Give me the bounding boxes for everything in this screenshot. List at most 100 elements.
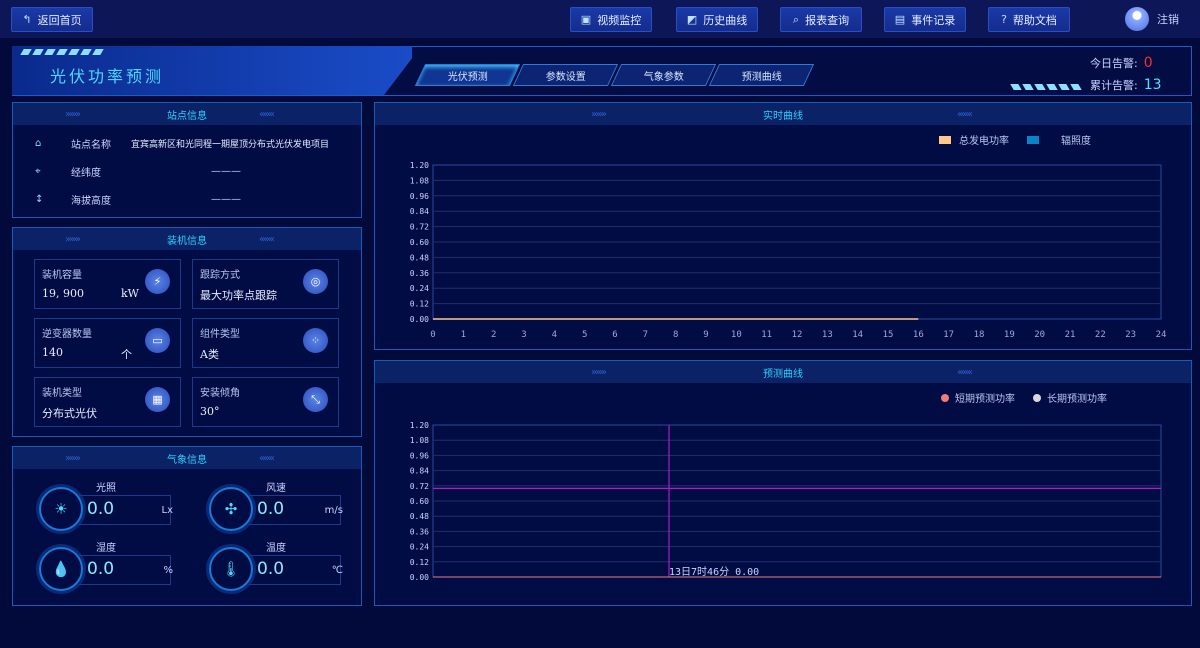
chart-icon: ◩	[686, 13, 698, 26]
user-menu[interactable]: 注销	[1125, 7, 1179, 31]
home-icon: ⌂	[35, 137, 42, 149]
panel-header: ››››››› 实时曲线 ‹‹‹‹‹‹‹	[375, 103, 1191, 125]
tab-label: 参数设置	[545, 71, 586, 83]
y-tick-label: 0.72	[410, 223, 429, 232]
y-tick-label: 0.24	[410, 543, 429, 552]
realtime-chart: 0.00 0.12 0.24 0.36 0.48 0.60 0.72 0.84 0.96 1.08…	[410, 134, 1167, 340]
y-tick-label: 0.24	[410, 284, 429, 293]
y-tick-label: 0.96	[410, 451, 429, 460]
coords-value: ———	[211, 165, 241, 177]
x-tick-label: 4	[552, 330, 557, 340]
y-tick-label: 0.12	[410, 300, 429, 309]
card-value-text: 30°	[200, 405, 220, 418]
x-tick-label: 8	[673, 330, 678, 340]
card-value-text: A类	[200, 348, 219, 361]
altitude-icon: ↕	[35, 193, 44, 205]
x-tick-label: 16	[913, 330, 924, 340]
x-tick-label: 17	[943, 330, 954, 340]
y-tick-label: 1.08	[410, 176, 429, 185]
x-tick-label: 14	[852, 330, 863, 340]
legend-label[interactable]: 长期预测功率	[1047, 392, 1107, 405]
weather-label: 光照	[96, 483, 116, 494]
card-value-text: 19, 900	[42, 287, 84, 300]
nav-button-2[interactable]: ⌕ 报表查询	[780, 7, 862, 32]
install-card: 安装倾角 30° ⤡	[192, 377, 339, 427]
total-alert-count: 13	[1143, 77, 1162, 93]
tab-label: 预测曲线	[741, 71, 782, 83]
nav-button-3[interactable]: ▤ 事件记录	[884, 7, 966, 32]
y-tick-label: 0.36	[410, 527, 429, 536]
today-alert-label: 今日告警:	[1090, 57, 1138, 70]
tooltip-text: 13日7时46分 0.00	[669, 566, 759, 578]
legend-marker[interactable]	[1027, 136, 1039, 144]
tab-2[interactable]: 气象参数	[610, 64, 717, 86]
video-icon: ▣	[580, 13, 592, 26]
battery-icon: ⚡	[145, 269, 170, 294]
page-title: 光伏功率预测	[50, 67, 165, 86]
nav-button-4[interactable]: ? 帮助文档	[988, 7, 1070, 32]
shapes-icon: ⁘	[303, 328, 328, 353]
x-tick-label: 9	[703, 330, 708, 340]
weather-unit: ℃	[331, 565, 343, 576]
legend-label[interactable]: 总发电功率	[959, 134, 1009, 147]
weather-unit: %	[163, 565, 173, 576]
weather-value: 0.0	[257, 499, 285, 519]
sun-icon: ☀	[39, 487, 83, 531]
x-tick-label: 12	[792, 330, 803, 340]
nav-button-0[interactable]: ▣ 视频监控	[570, 7, 652, 32]
back-arrow-icon: ↰	[22, 13, 32, 26]
tab-label: 气象参数	[643, 71, 684, 83]
weather-value: 0.0	[87, 559, 115, 579]
install-card: 逆变器数量 140 个 ▭	[34, 318, 181, 368]
card-value-text: 140	[42, 346, 63, 359]
nav-label: 视频监控	[597, 13, 642, 27]
stripes-decoration	[1010, 84, 1082, 90]
panel-title: 实时曲线	[763, 110, 803, 122]
install-card: 组件类型 A类 ⁘	[192, 318, 339, 368]
site-info-panel: ››››››› 站点信息 ‹‹‹‹‹‹‹ ⌂ 站点名称 宜宾高新区和光同程一期屋顶分布式…	[12, 102, 362, 218]
y-tick-label: 0.36	[410, 269, 429, 278]
y-tick-label: 0.84	[410, 467, 429, 476]
x-tick-label: 3	[521, 330, 526, 340]
x-tick-label: 6	[612, 330, 617, 340]
legend-marker[interactable]	[1033, 394, 1041, 402]
y-tick-label: 0.48	[410, 253, 429, 262]
legend-marker[interactable]	[939, 136, 951, 144]
legend-label[interactable]: 辐照度	[1061, 134, 1091, 147]
y-tick-label: 1.20	[410, 161, 429, 170]
x-tick-label: 0	[430, 330, 435, 340]
y-tick-label: 0.00	[410, 315, 429, 324]
weather-item: 🌡 温度 0.0 ℃	[209, 543, 349, 595]
legend-label[interactable]: 短期预测功率	[955, 392, 1015, 405]
back-home-button[interactable]: ↰ 返回首页	[11, 7, 93, 32]
tab-3[interactable]: 预测曲线	[708, 64, 815, 86]
nav-label: 历史曲线	[703, 13, 748, 27]
forecast-chart-panel: ››››››› 预测曲线 ‹‹‹‹‹‹‹ 0.00 0.12 0.24 0.36 0.48 0…	[374, 360, 1192, 606]
altitude-value: ———	[211, 193, 241, 205]
panel-title: 装机信息	[167, 235, 207, 247]
x-tick-label: 11	[761, 330, 772, 340]
nav-button-1[interactable]: ◩ 历史曲线	[676, 7, 758, 32]
grid-icon: ▦	[145, 387, 170, 412]
x-tick-label: 24	[1156, 330, 1167, 340]
tab-1[interactable]: 参数设置	[512, 64, 619, 86]
y-tick-label: 0.48	[410, 512, 429, 521]
y-tick-label: 0.72	[410, 482, 429, 491]
logout-link[interactable]: 注销	[1157, 11, 1179, 27]
x-tick-label: 1	[461, 330, 466, 340]
thermometer-icon: 🌡	[209, 547, 253, 591]
weather-item: 💧 湿度 0.0%	[39, 543, 179, 595]
avatar	[1125, 7, 1149, 31]
weather-item: ✣ 风速 0.0 m/s	[209, 483, 349, 535]
panel-title: 预测曲线	[763, 368, 803, 380]
y-tick-label: 0.60	[410, 497, 429, 506]
x-tick-label: 7	[643, 330, 648, 340]
site-name-label: 站点名称	[71, 139, 111, 151]
site-name-value: 宜宾高新区和光同程一期屋顶分布式光伏发电项目	[131, 139, 330, 150]
fan-icon: ✣	[209, 487, 253, 531]
tab-0[interactable]: 光伏预测	[414, 64, 521, 86]
x-tick-label: 22	[1095, 330, 1106, 340]
legend-marker[interactable]	[941, 394, 949, 402]
alerts-summary: 今日告警: 0 累计告警: 13	[1090, 52, 1190, 96]
card-unit: 个	[121, 348, 132, 361]
